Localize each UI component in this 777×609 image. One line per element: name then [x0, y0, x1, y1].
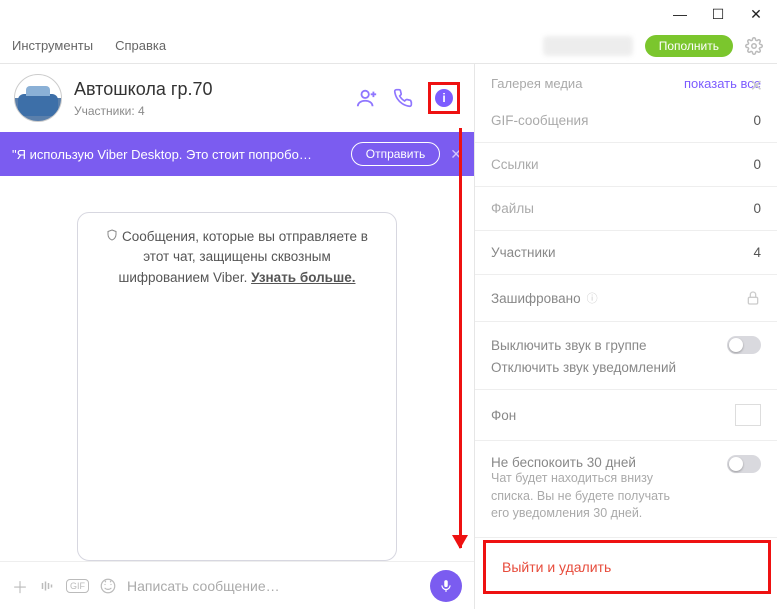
- row-links[interactable]: Ссылки0: [475, 143, 777, 187]
- message-composer: ＋ GIF: [0, 561, 474, 609]
- mute-toggle[interactable]: [727, 336, 761, 354]
- message-input[interactable]: [127, 578, 420, 594]
- promo-text: "Я использую Viber Desktop. Это стоит по…: [12, 147, 341, 162]
- promo-send-button[interactable]: Отправить: [351, 142, 441, 166]
- sticker-icon[interactable]: [99, 577, 117, 595]
- close-window-button[interactable]: ✕: [737, 0, 775, 28]
- row-encrypted[interactable]: Зашифровано ⓘ: [475, 275, 777, 322]
- gif-icon[interactable]: GIF: [66, 579, 89, 593]
- row-background[interactable]: Фон: [475, 390, 777, 441]
- leave-and-delete-button[interactable]: Выйти и удалить: [486, 543, 768, 591]
- shield-icon: [106, 228, 118, 242]
- chat-header: Автошкола гр.70 Участники: 4 i: [0, 64, 474, 132]
- window-controls: — ☐ ✕: [0, 0, 777, 28]
- annotation-info-highlight: i: [428, 82, 460, 114]
- chat-title: Автошкола гр.70: [74, 79, 212, 100]
- menu-bar: Инструменты Справка Пополнить: [0, 28, 777, 64]
- row-dnd: Не беспокоить 30 дней Чат будет находить…: [475, 441, 777, 538]
- maximize-button[interactable]: ☐: [699, 0, 737, 28]
- row-gif[interactable]: GIF-сообщения0: [475, 99, 777, 143]
- media-gallery-label: Галерея медиа: [491, 76, 582, 91]
- row-mute: Выключить звук в группе Отключить звук у…: [475, 322, 777, 390]
- group-avatar[interactable]: [14, 74, 62, 122]
- topup-button[interactable]: Пополнить: [645, 35, 733, 57]
- info-small-icon: ⓘ: [587, 290, 598, 306]
- mute-group-label: Выключить звук в группе: [491, 338, 647, 353]
- settings-icon[interactable]: [743, 35, 765, 57]
- call-icon[interactable]: [392, 87, 414, 109]
- menu-tools[interactable]: Инструменты: [12, 38, 93, 53]
- info-icon[interactable]: i: [433, 87, 455, 109]
- chat-body: Сообщения, которые вы отправляете в этот…: [0, 176, 474, 561]
- minimize-button[interactable]: —: [661, 0, 699, 28]
- row-files[interactable]: Файлы0: [475, 187, 777, 231]
- account-blurred: [543, 36, 633, 56]
- row-participants[interactable]: Участники4: [475, 231, 777, 275]
- mute-notifications-link[interactable]: Отключить звук уведомлений: [491, 360, 761, 375]
- annotation-arrow: [459, 128, 462, 548]
- chat-subtitle: Участники: 4: [74, 104, 212, 118]
- promo-banner: "Я использую Viber Desktop. Это стоит по…: [0, 132, 474, 176]
- dnd-title: Не беспокоить 30 дней: [491, 455, 727, 470]
- encryption-notice: Сообщения, которые вы отправляете в этот…: [77, 212, 397, 561]
- close-panel-icon[interactable]: ✕: [750, 76, 763, 96]
- annotation-leave-highlight: Выйти и удалить: [483, 540, 771, 594]
- info-panel: Галерея медиа показать все ✕ GIF-сообщен…: [475, 64, 777, 609]
- learn-more-link[interactable]: Узнать больше.: [251, 270, 355, 285]
- mic-button[interactable]: [430, 570, 462, 602]
- lock-icon: [745, 289, 761, 307]
- dnd-description: Чат будет находиться внизу списка. Вы не…: [491, 470, 727, 523]
- dnd-toggle[interactable]: [727, 455, 761, 473]
- voice-icon[interactable]: [38, 578, 56, 594]
- plus-icon[interactable]: ＋: [12, 574, 28, 598]
- menu-help[interactable]: Справка: [115, 38, 166, 53]
- background-swatch[interactable]: [735, 404, 761, 426]
- add-participant-icon[interactable]: [356, 87, 378, 109]
